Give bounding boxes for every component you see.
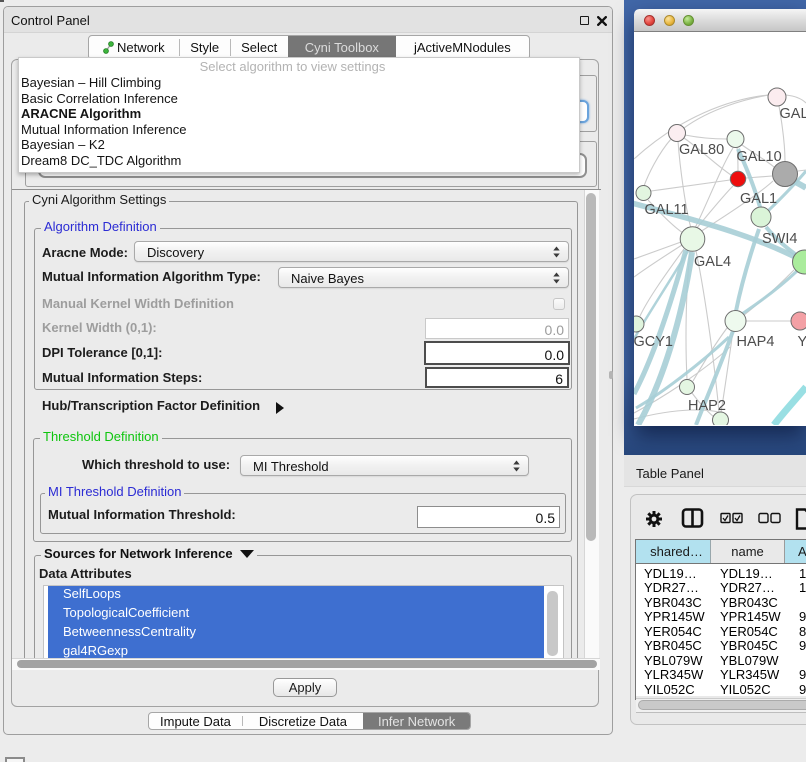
svg-text:SWI4: SWI4: [762, 231, 797, 247]
svg-text:GCY1: GCY1: [634, 334, 673, 350]
svg-text:GAL80: GAL80: [679, 142, 724, 158]
svg-text:Y: Y: [798, 334, 806, 350]
svg-text:HAP4: HAP4: [737, 334, 775, 350]
svg-text:HAP2: HAP2: [688, 398, 726, 414]
svg-text:GAL2: GAL2: [780, 106, 806, 122]
svg-text:GAL10: GAL10: [737, 149, 782, 165]
svg-text:GAL11: GAL11: [645, 202, 689, 218]
svg-text:GAL1: GAL1: [740, 191, 777, 207]
svg-text:GAL4: GAL4: [694, 254, 731, 270]
